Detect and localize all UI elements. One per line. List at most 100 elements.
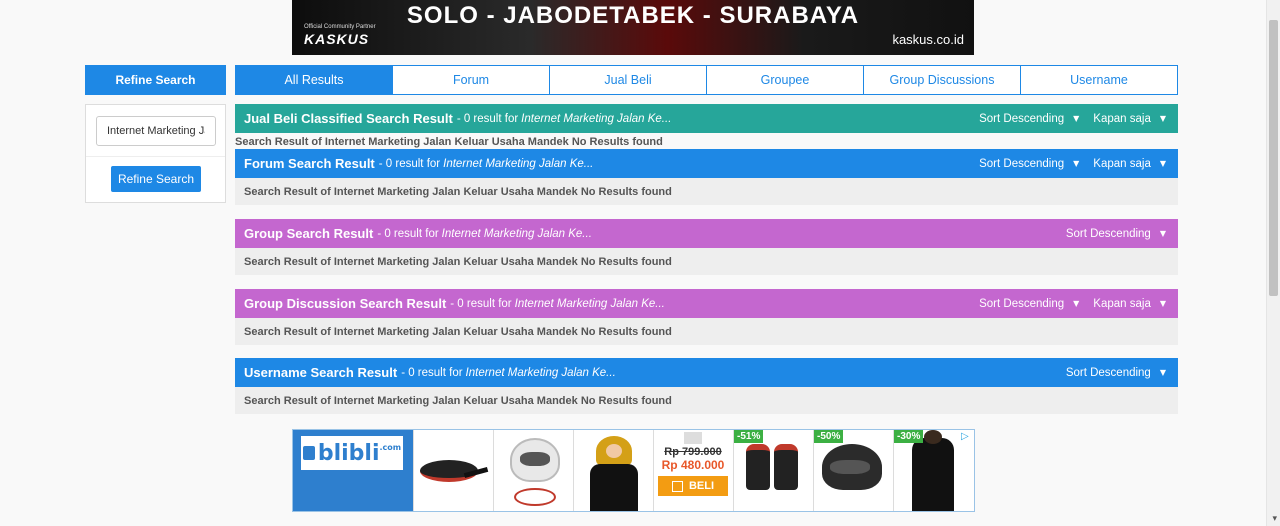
blibli-logo-cell[interactable]: blibli .com (293, 430, 413, 511)
face-icon (606, 444, 622, 458)
tab-username[interactable]: Username (1020, 65, 1178, 95)
section-header-group: Group Search Result - 0 result for Inter… (235, 219, 1178, 248)
section-result-count: - 0 result for (378, 157, 441, 170)
top-banner-ad[interactable]: SOLO - JABODETABEK - SURABAYA Official C… (292, 0, 974, 55)
refine-divider (86, 156, 225, 157)
time-label: Kapan saja (1093, 112, 1151, 125)
scroll-down-arrow-icon[interactable]: ▾ (1272, 514, 1277, 524)
time-filter-dropdown[interactable]: Kapan saja ▼ (1093, 113, 1166, 125)
section-controls: Sort Descending ▼ (1052, 228, 1178, 240)
section-header-group-discussion: Group Discussion Search Result - 0 resul… (235, 289, 1178, 318)
ad-product-frying-pan[interactable] (413, 430, 492, 511)
time-filter-dropdown[interactable]: Kapan saja ▼ (1093, 298, 1166, 310)
ad-product-helmet-white[interactable] (493, 430, 572, 511)
chevron-down-icon: ▼ (1073, 159, 1080, 168)
tab-groupee[interactable]: Groupee (706, 65, 864, 95)
refine-search-button[interactable]: Refine Search (111, 166, 201, 192)
cart-icon (671, 480, 683, 492)
sort-dropdown[interactable]: Sort Descending ▼ (1066, 367, 1166, 379)
buy-button[interactable]: BELI (658, 476, 728, 496)
bottom-banner-ad[interactable]: blibli .com Rp 799.000 Rp 480.000 BELI -… (292, 429, 975, 512)
dress-icon (590, 464, 638, 511)
shopping-bag-icon (302, 446, 315, 460)
sort-label: Sort Descending (1065, 366, 1151, 379)
section-controls: Sort Descending ▼ Kapan saja ▼ (965, 298, 1178, 310)
tab-forum[interactable]: Forum (392, 65, 550, 95)
old-price: Rp 799.000 (664, 446, 722, 458)
tab-all-results[interactable]: All Results (235, 65, 393, 95)
blibli-logo-suffix: .com (379, 442, 402, 452)
refine-search-input[interactable] (96, 116, 216, 146)
ad-product-helmet-black[interactable]: -50% (813, 430, 892, 511)
time-label: Kapan saja (1093, 157, 1151, 170)
discount-badge: -50% (814, 430, 844, 443)
helmet-visor-icon (830, 460, 870, 474)
tab-group-discussions[interactable]: Group Discussions (863, 65, 1021, 95)
discount-badge: -30% (894, 430, 924, 443)
section-header-username: Username Search Result - 0 result for In… (235, 358, 1178, 387)
sort-label: Sort Descending (1065, 227, 1151, 240)
ad-product-price-card[interactable]: Rp 799.000 Rp 480.000 BELI (653, 430, 732, 511)
cable-lock-icon (514, 488, 556, 506)
section-title: Group Search Result (244, 226, 374, 241)
section-result-count: - 0 result for (450, 297, 512, 310)
glove-icon (774, 444, 798, 490)
section-query: Internet Marketing Jalan Ke... (441, 227, 592, 240)
new-price: Rp 480.000 (661, 458, 725, 472)
ad-product-gloves[interactable]: -51% (733, 430, 812, 511)
section-controls: Sort Descending ▼ Kapan saja ▼ (965, 158, 1178, 170)
section-title: Jual Beli Classified Search Result (244, 111, 453, 126)
sort-dropdown[interactable]: Sort Descending ▼ (979, 158, 1079, 170)
time-filter-dropdown[interactable]: Kapan saja ▼ (1093, 158, 1166, 170)
section-result-count: - 0 result for (401, 366, 463, 379)
sort-dropdown[interactable]: Sort Descending ▼ (979, 298, 1079, 310)
blibli-logo-text: blibli (317, 440, 380, 466)
sort-dropdown[interactable]: Sort Descending ▼ (1066, 228, 1166, 240)
buy-button-label: BELI (688, 480, 715, 492)
section-result-count: - 0 result for (377, 227, 439, 240)
refine-search-panel: Refine Search (85, 104, 226, 203)
section-header-jual-beli: Jual Beli Classified Search Result - 0 r… (235, 104, 1178, 133)
section-header-forum: Forum Search Result - 0 result for Inter… (235, 149, 1178, 178)
chevron-down-icon: ▼ (1073, 114, 1080, 123)
sort-label: Sort Descending (979, 157, 1065, 170)
result-tabs: All Results Forum Jual Beli Groupee Grou… (235, 65, 1178, 95)
result-message-group: Search Result of Internet Marketing Jala… (235, 248, 1178, 275)
result-message-jual-beli: Search Result of Internet Marketing Jala… (235, 136, 663, 148)
time-label: Kapan saja (1093, 297, 1151, 310)
tab-jual-beli[interactable]: Jual Beli (549, 65, 707, 95)
result-message-username: Search Result of Internet Marketing Jala… (235, 387, 1178, 414)
section-query: Internet Marketing Jalan Ke... (514, 297, 665, 310)
ad-product-hijab[interactable] (573, 430, 652, 511)
section-title: Group Discussion Search Result (244, 296, 447, 311)
chevron-down-icon: ▼ (1159, 299, 1166, 308)
blibli-logo: blibli .com (301, 436, 403, 470)
discount-badge: -51% (734, 430, 764, 443)
chevron-down-icon: ▼ (1159, 114, 1166, 123)
banner-partner-note: Official Community Partner (304, 24, 376, 30)
shirt-icon (912, 438, 954, 511)
chevron-down-icon: ▼ (1159, 368, 1166, 377)
product-thumbnail-icon (684, 432, 702, 444)
helmet-visor-icon (520, 452, 550, 466)
banner-site-url: kaskus.co.id (892, 32, 964, 47)
scrollbar-thumb[interactable] (1269, 20, 1278, 296)
vertical-scrollbar[interactable]: ▾ (1266, 0, 1280, 526)
banner-headline: SOLO - JABODETABEK - SURABAYA (406, 2, 860, 29)
section-controls: Sort Descending ▼ Kapan saja ▼ (965, 113, 1178, 125)
sort-dropdown[interactable]: Sort Descending ▼ (979, 113, 1079, 125)
section-title: Forum Search Result (244, 156, 375, 171)
kaskus-logo: KASKUS (304, 31, 370, 47)
section-query: Internet Marketing Jalan Ke... (521, 112, 672, 125)
result-message-group-discussion: Search Result of Internet Marketing Jala… (235, 318, 1178, 345)
chevron-down-icon: ▼ (1159, 229, 1166, 238)
section-query: Internet Marketing Jalan Ke... (443, 157, 594, 170)
section-title: Username Search Result (244, 365, 398, 380)
section-query: Internet Marketing Jalan Ke... (465, 366, 616, 379)
section-result-count: - 0 result for (456, 112, 519, 125)
glove-icon (746, 444, 770, 490)
adchoices-icon[interactable]: ▷ (961, 431, 973, 443)
result-message-forum: Search Result of Internet Marketing Jala… (235, 178, 1178, 205)
chevron-down-icon: ▼ (1159, 159, 1166, 168)
section-controls: Sort Descending ▼ (1052, 367, 1178, 379)
